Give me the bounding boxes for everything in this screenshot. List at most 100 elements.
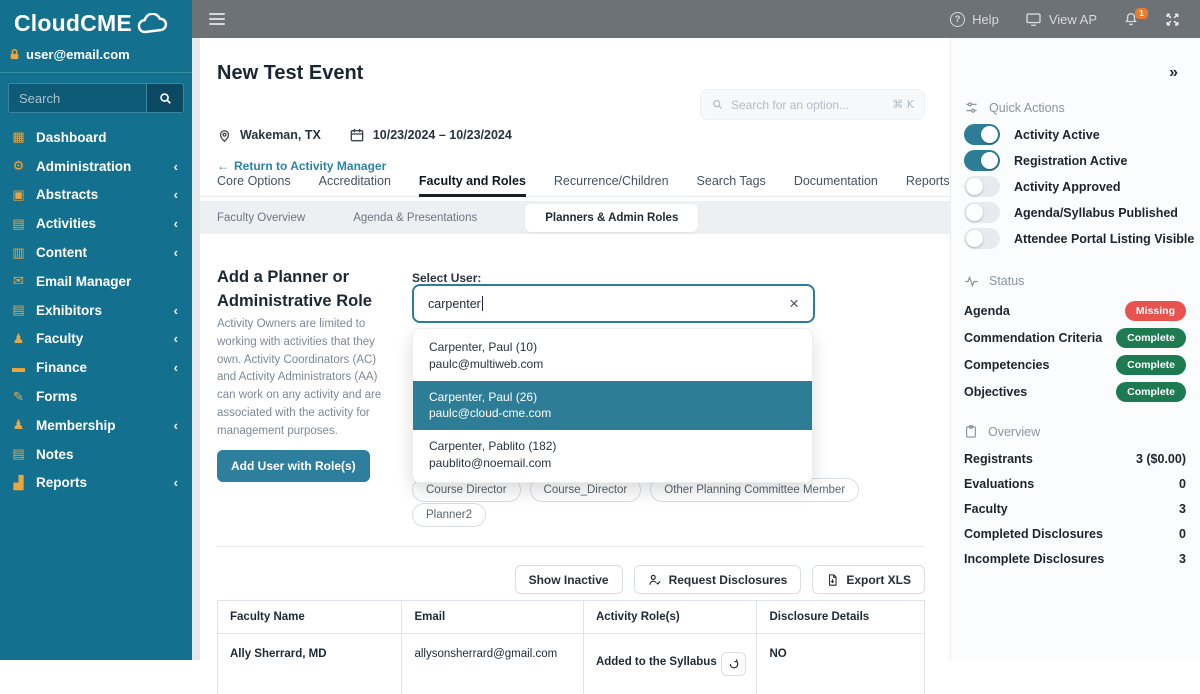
sidebar-item-exhibitors[interactable]: ▤Exhibitors‹ [0,296,192,325]
refresh-role-button[interactable] [721,652,746,676]
event-location: Wakeman, TX [240,128,321,142]
role-chip-planner2[interactable]: Planner2 [412,503,486,527]
request-disclosures-label: Request Disclosures [669,573,788,587]
logo[interactable]: CloudCME [0,0,192,41]
overview-title: Overview [988,425,1040,439]
status-badge-missing: Missing [1125,301,1186,321]
monitor-icon [1025,12,1042,27]
sidebar-item-faculty[interactable]: ♟Faculty‹ [0,325,192,354]
sidebar-item-notes[interactable]: ▤Notes [0,440,192,469]
page-title: New Test Event [217,62,363,85]
quick-actions-title: Quick Actions [989,101,1065,115]
overview-value: 3 [1179,502,1186,516]
export-xls-label: Export XLS [846,573,911,587]
chevron-left-icon: ‹ [174,475,178,490]
sliders-icon [964,100,979,115]
request-disclosures-button[interactable]: Request Disclosures [634,565,802,594]
column-activity-roles: Activity Role(s) [584,601,758,634]
sidebar-item-label: Reports [36,475,174,490]
subtab-planners-admin-roles[interactable]: Planners & Admin Roles [525,204,698,232]
overview-header: Overview [951,424,1040,439]
tab-recurrence-children[interactable]: Recurrence/Children [554,165,669,197]
hamburger-menu-icon[interactable] [209,10,225,28]
dropdown-option[interactable]: Carpenter, Paul (10) paulc@multiweb.com [413,331,812,381]
calendar-icon [349,127,365,143]
fullscreen-toggle-button[interactable] [1165,12,1180,27]
section-divider [217,546,925,547]
planner-section-heading: Add a Planner or Administrative Role [217,266,392,314]
tab-accreditation[interactable]: Accreditation [319,165,391,197]
sidebar-search [8,83,184,113]
sidebar-search-input[interactable] [8,83,146,113]
chevron-left-icon: ‹ [174,331,178,346]
tab-search-tags[interactable]: Search Tags [697,165,766,197]
help-button[interactable]: ? Help [950,12,999,27]
sidebar-item-email-manager[interactable]: ✉Email Manager [0,267,192,296]
bar-chart-icon: ▟ [10,475,27,491]
toggle-row: Activity Active [964,124,1100,145]
attendee-portal-listing-visible-toggle[interactable] [964,228,1000,249]
role-text: Added to the Syllabus [596,656,717,668]
logo-text: CloudCME [14,10,132,37]
agenda-syllabus-published-toggle[interactable] [964,202,1000,223]
sidebar-item-label: Abstracts [36,187,174,202]
registration-active-toggle[interactable] [964,150,1000,171]
status-header: Status [951,274,1024,288]
select-user-input[interactable]: carpenter × [412,284,815,323]
sidebar-item-reports[interactable]: ▟ Reports‹ [0,469,192,498]
sidebar-item-membership[interactable]: ♟Membership‹ [0,411,192,440]
export-xls-button[interactable]: Export XLS [812,565,925,594]
show-inactive-button[interactable]: Show Inactive [515,565,623,594]
sidebar-item-content[interactable]: ▥Content‹ [0,238,192,267]
sidebar-item-administration[interactable]: ⚙Administration‹ [0,152,192,181]
faculty-email-cell: allysonsherrard@gmail.com [402,634,583,694]
notifications-button[interactable]: 1 [1123,11,1139,28]
person-icon: ♟ [10,417,27,433]
sidebar-item-activities[interactable]: ▤Activities‹ [0,209,192,238]
status-label: Competencies [964,358,1049,372]
tab-faculty-and-roles[interactable]: Faculty and Roles [419,165,526,197]
export-file-icon [826,573,839,587]
location-pin-icon [217,128,232,143]
chevron-left-icon: ‹ [174,303,178,318]
sidebar-search-button[interactable] [146,83,184,113]
tab-reports[interactable]: Reports [906,165,950,197]
overview-label: Incomplete Disclosures [964,552,1104,566]
collapse-panel-icon[interactable]: » [1169,64,1178,82]
overview-value: 0 [1179,477,1186,491]
chevron-left-icon: ‹ [174,159,178,174]
content-gutter [192,38,200,660]
dropdown-option[interactable]: Carpenter, Pablito (182) paublito@noemai… [413,430,812,480]
user-search-dropdown: Carpenter, Paul (10) paulc@multiweb.com … [412,328,813,483]
tab-core-options[interactable]: Core Options [217,165,291,197]
user-email: user@email.com [26,47,130,62]
add-user-with-roles-button[interactable]: Add User with Role(s) [217,450,370,482]
toggle-label: Registration Active [1014,154,1127,168]
view-ap-button[interactable]: View AP [1025,12,1097,27]
activity-approved-toggle[interactable] [964,176,1000,197]
sidebar-item-finance[interactable]: ▬Finance‹ [0,353,192,382]
quick-actions-header: Quick Actions [951,100,1065,115]
sidebar-item-abstracts[interactable]: ▣Abstracts‹ [0,181,192,210]
sidebar-item-dashboard[interactable]: ▦Dashboard [0,123,192,152]
clear-input-icon[interactable]: × [789,295,799,312]
help-label: Help [972,12,999,27]
subtab-faculty-overview[interactable]: Faculty Overview [217,212,329,224]
option-name: Carpenter, Paul (26) [429,389,796,406]
column-email: Email [402,601,583,634]
help-icon: ? [950,12,965,27]
pencil-icon: ✎ [10,389,27,405]
option-search-box[interactable]: Search for an option... ⌘ K [700,89,925,120]
sidebar-item-forms[interactable]: ✎Forms [0,382,192,411]
activity-active-toggle[interactable] [964,124,1000,145]
overview-value: 3 [1179,552,1186,566]
finance-icon: ▬ [10,360,27,375]
status-badge-complete: Complete [1116,328,1186,348]
exhibitors-icon: ▤ [10,302,27,318]
tab-documentation[interactable]: Documentation [794,165,878,197]
user-email-row[interactable]: user@email.com [0,41,192,70]
dropdown-option-highlighted[interactable]: Carpenter, Paul (26) paulc@cloud-cme.com [413,381,812,431]
subtab-agenda-presentations[interactable]: Agenda & Presentations [353,212,501,224]
right-panel: » Quick Actions Activity Active Registra… [950,38,1200,660]
overview-row: Completed Disclosures 0 [964,527,1186,541]
